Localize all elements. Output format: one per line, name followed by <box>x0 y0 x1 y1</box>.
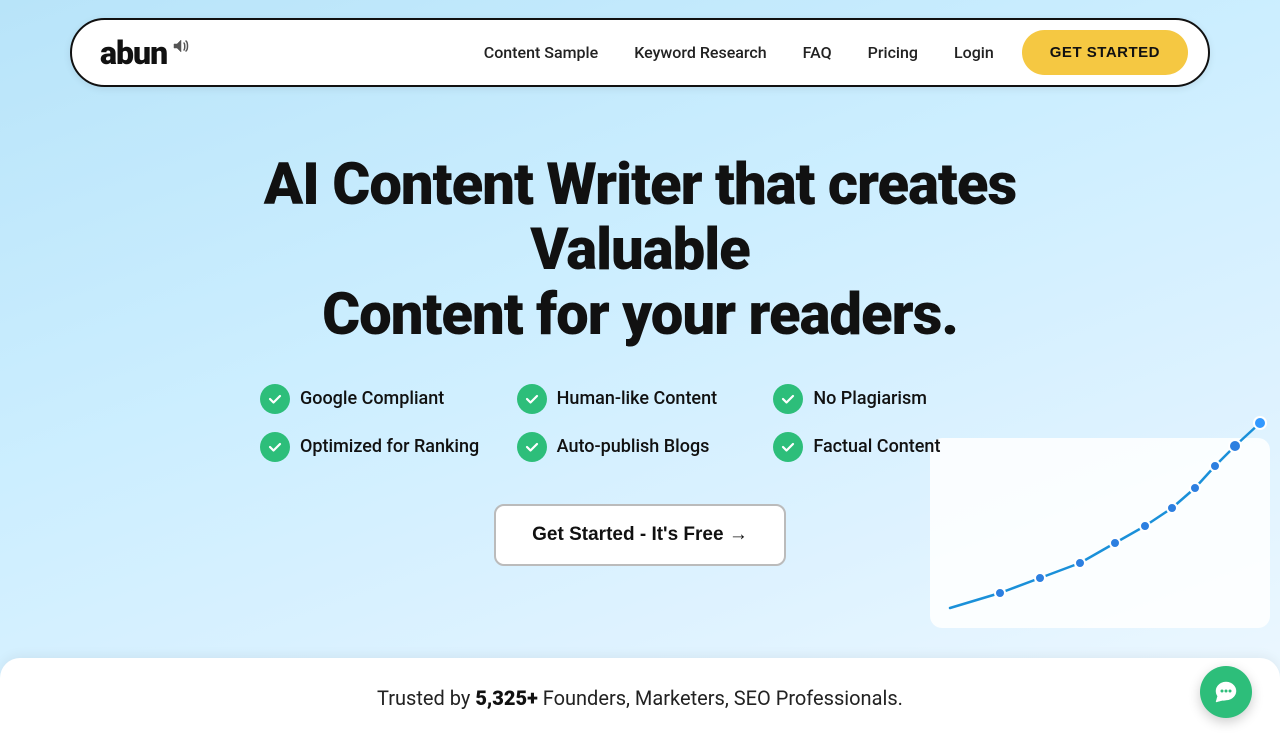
hero-title: AI Content Writer that creates ValuableC… <box>190 153 1090 348</box>
hero-section: AI Content Writer that creates ValuableC… <box>0 105 1280 566</box>
get-started-nav-button[interactable]: GET STARTED <box>1022 30 1188 75</box>
nav-keyword-research[interactable]: Keyword Research <box>634 43 766 62</box>
feature-label-optimized-ranking: Optimized for Ranking <box>300 436 479 457</box>
trusted-count: 5,325+ <box>475 686 537 710</box>
trusted-text-before: Trusted by <box>377 686 475 710</box>
feature-label-human-like: Human-like Content <box>557 388 717 409</box>
features-grid: Google Compliant Human-like Content No P… <box>260 384 1020 462</box>
get-started-cta-button[interactable]: Get Started - It's Free → <box>494 504 786 566</box>
nav-faq[interactable]: FAQ <box>803 43 832 62</box>
feature-optimized-ranking: Optimized for Ranking <box>260 432 507 462</box>
check-icon-1 <box>260 384 290 414</box>
feature-label-google-compliant: Google Compliant <box>300 388 444 409</box>
logo-text: abun <box>100 37 167 69</box>
chat-bubble-button[interactable] <box>1200 666 1252 718</box>
feature-auto-publish: Auto-publish Blogs <box>517 432 764 462</box>
check-icon-2 <box>517 384 547 414</box>
feature-factual-content: Factual Content <box>773 432 1020 462</box>
navbar: abun Content Sample Keyword Research FAQ… <box>70 18 1210 87</box>
nav-content-sample[interactable]: Content Sample <box>484 43 598 62</box>
trusted-text: Trusted by 5,325+ Founders, Marketers, S… <box>377 686 903 710</box>
logo: abun <box>100 37 191 69</box>
feature-google-compliant: Google Compliant <box>260 384 507 414</box>
check-icon-4 <box>260 432 290 462</box>
nav-links: Content Sample Keyword Research FAQ Pric… <box>484 43 994 62</box>
trusted-text-after: Founders, Marketers, SEO Professionals. <box>538 686 903 710</box>
nav-pricing[interactable]: Pricing <box>868 43 918 62</box>
feature-label-no-plagiarism: No Plagiarism <box>813 388 927 409</box>
feature-no-plagiarism: No Plagiarism <box>773 384 1020 414</box>
check-icon-5 <box>517 432 547 462</box>
bottom-bar: Trusted by 5,325+ Founders, Marketers, S… <box>0 658 1280 738</box>
feature-label-auto-publish: Auto-publish Blogs <box>557 436 710 457</box>
check-icon-6 <box>773 432 803 462</box>
check-icon-3 <box>773 384 803 414</box>
nav-login[interactable]: Login <box>954 43 994 62</box>
sound-icon <box>173 38 191 52</box>
feature-human-like: Human-like Content <box>517 384 764 414</box>
feature-label-factual-content: Factual Content <box>813 436 940 457</box>
